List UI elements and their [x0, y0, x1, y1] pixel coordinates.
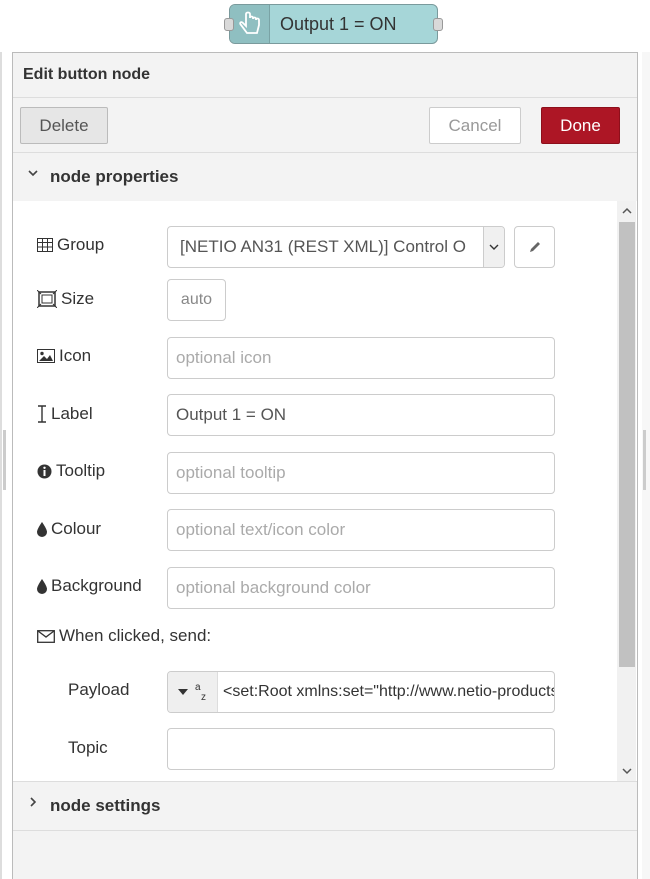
scroll-thumb[interactable] — [619, 222, 635, 667]
tooltip-label-text: Tooltip — [56, 461, 106, 480]
svg-text:z: z — [201, 692, 206, 702]
tray-title: Edit button node — [13, 53, 637, 98]
properties-panel: Group [NETIO AN31 (REST XML)] Control O … — [13, 201, 637, 781]
size-icon — [37, 290, 57, 308]
output-port[interactable] — [433, 18, 443, 31]
flow-node[interactable]: Output 1 = ON — [224, 4, 443, 44]
workspace-edge-left — [0, 52, 2, 879]
when-clicked-label: When clicked, send: — [37, 626, 211, 646]
delete-button[interactable]: Delete — [20, 107, 108, 144]
group-select[interactable]: [NETIO AN31 (REST XML)] Control O — [167, 226, 505, 268]
payload-label: Payload — [68, 680, 130, 699]
edit-tray: Edit button node Delete Cancel Done node… — [12, 52, 638, 879]
node-settings-title: node settings — [50, 796, 161, 815]
input-port[interactable] — [224, 18, 234, 31]
label-input[interactable]: Output 1 = ON — [167, 394, 555, 436]
resize-handle-right[interactable] — [643, 430, 646, 490]
size-button[interactable]: auto — [167, 279, 226, 321]
envelope-icon — [37, 629, 55, 643]
icon-label: Icon — [37, 346, 91, 366]
size-label-text: Size — [61, 289, 95, 308]
caret-down-icon — [177, 689, 188, 695]
group-label: Group — [37, 235, 104, 255]
string-type-icon: az — [195, 682, 206, 702]
topic-label: Topic — [68, 738, 108, 757]
label-label-text: Label — [51, 404, 93, 423]
icon-label-text: Icon — [59, 346, 92, 365]
background-label-text: Background — [51, 576, 142, 595]
tray-toolbar: Delete Cancel Done — [13, 98, 637, 153]
label-label: Label — [37, 404, 93, 424]
droplet-icon — [37, 521, 47, 537]
node-properties-header[interactable]: node properties — [13, 153, 637, 201]
colour-input[interactable]: optional text/icon color — [167, 509, 555, 551]
background-input[interactable]: optional background color — [167, 567, 555, 609]
size-label: Size — [37, 289, 94, 309]
scrollbar[interactable] — [617, 201, 636, 781]
chevron-right-icon — [30, 797, 37, 807]
colour-label-text: Colour — [51, 519, 102, 538]
droplet-icon — [37, 578, 47, 594]
icon-input[interactable]: optional icon — [167, 337, 555, 379]
edit-group-button[interactable] — [514, 226, 555, 268]
resize-handle-left[interactable] — [3, 430, 6, 490]
node-properties-title: node properties — [50, 167, 179, 186]
colour-label: Colour — [37, 519, 101, 539]
tooltip-label: Tooltip — [37, 461, 105, 481]
tooltip-input[interactable]: optional tooltip — [167, 452, 555, 494]
chevron-down-icon — [28, 170, 38, 177]
node-icon-box — [230, 5, 270, 43]
node-settings-header[interactable]: node settings — [13, 781, 637, 831]
scroll-up-icon[interactable] — [621, 205, 633, 217]
payload-type-button[interactable]: az — [168, 672, 218, 712]
payload-input[interactable]: az <set:Root xmlns:set="http://www.netio… — [167, 671, 555, 713]
touch-icon — [239, 11, 260, 34]
group-label-text: Group — [57, 235, 105, 254]
pencil-icon — [529, 242, 540, 252]
cancel-button[interactable]: Cancel — [429, 107, 521, 144]
payload-value: <set:Root xmlns:set="http://www.netio-pr… — [223, 683, 554, 700]
flow-node-label: Output 1 = ON — [280, 14, 397, 34]
done-button[interactable]: Done — [541, 107, 620, 144]
scroll-down-icon[interactable] — [621, 765, 633, 777]
background-label: Background — [37, 576, 142, 596]
info-icon — [37, 464, 52, 478]
picture-icon — [37, 349, 55, 363]
table-icon — [37, 238, 53, 252]
chevron-down-icon[interactable] — [483, 227, 504, 267]
text-cursor-icon — [38, 405, 46, 423]
when-clicked-label-text: When clicked, send: — [59, 626, 212, 645]
group-select-value: [NETIO AN31 (REST XML)] Control O — [180, 237, 466, 256]
topic-input[interactable] — [167, 728, 555, 770]
